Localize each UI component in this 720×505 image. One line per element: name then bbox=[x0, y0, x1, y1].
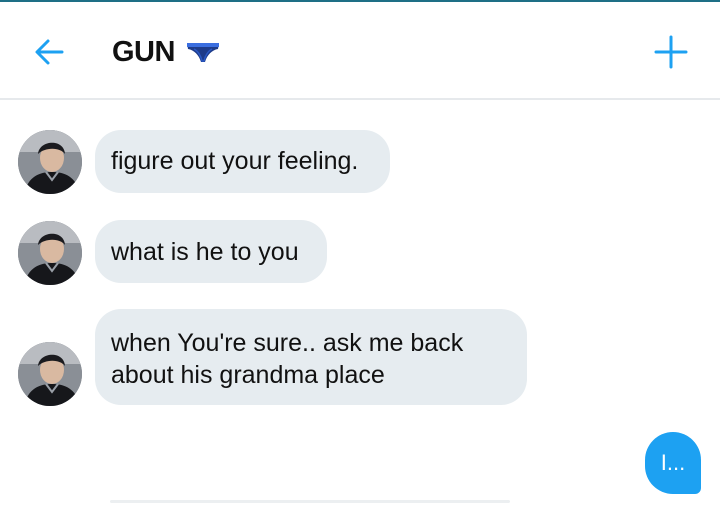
message-text-line: when You're sure.. ask me back bbox=[111, 329, 464, 357]
conversation-header: GUN bbox=[0, 2, 720, 100]
contact-avatar[interactable] bbox=[18, 221, 82, 285]
message-text: figure out your feeling. bbox=[111, 147, 359, 175]
briefs-icon bbox=[185, 40, 221, 64]
contact-avatar[interactable] bbox=[18, 130, 82, 194]
plus-icon[interactable] bbox=[651, 32, 691, 72]
my-message-bubble[interactable]: I... bbox=[645, 432, 701, 494]
compose-bar-edge bbox=[110, 500, 510, 503]
message-text-line: about his grandma place bbox=[111, 361, 385, 389]
message-bubble[interactable]: what is he to you bbox=[95, 220, 327, 283]
contact-avatar[interactable] bbox=[18, 342, 82, 406]
conversation-title[interactable]: GUN bbox=[112, 32, 221, 72]
my-message-text: I... bbox=[660, 450, 686, 475]
back-arrow-icon[interactable] bbox=[30, 32, 70, 72]
message-text: what is he to you bbox=[111, 238, 299, 266]
contact-name: GUN bbox=[112, 35, 175, 68]
message-bubble[interactable]: when You're sure.. ask me back about his… bbox=[95, 309, 527, 405]
message-bubble[interactable]: figure out your feeling. bbox=[95, 130, 390, 193]
